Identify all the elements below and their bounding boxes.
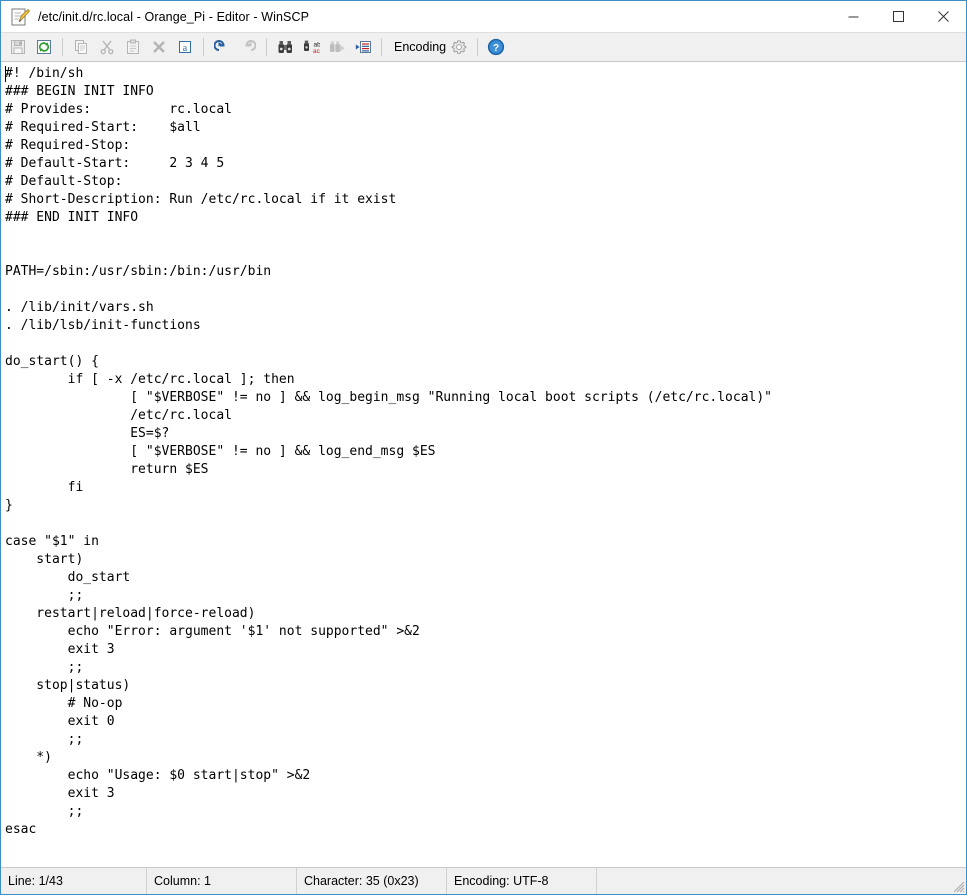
editor-area[interactable]: #! /bin/sh ### BEGIN INIT INFO # Provide… xyxy=(1,62,966,867)
delete-button[interactable] xyxy=(147,35,171,59)
copy-button[interactable] xyxy=(69,35,93,59)
find-next-icon xyxy=(329,39,346,55)
undo-button[interactable] xyxy=(210,35,234,59)
encoding-label: Encoding xyxy=(388,40,451,54)
toolbar: a xyxy=(1,32,966,62)
redo-button[interactable] xyxy=(236,35,260,59)
close-button[interactable] xyxy=(921,1,966,32)
x-delete-icon xyxy=(151,39,167,55)
go-to-line-icon xyxy=(355,39,372,55)
help-question-icon: ? xyxy=(487,38,505,56)
toolbar-separator xyxy=(266,38,267,56)
go-to-line-button[interactable] xyxy=(351,35,375,59)
reload-arrows-icon xyxy=(36,39,52,55)
cut-button[interactable] xyxy=(95,35,119,59)
binoculars-find-icon xyxy=(277,39,294,55)
find-next-button[interactable] xyxy=(325,35,349,59)
status-line: Line: 1/43 xyxy=(1,868,147,894)
redo-arrow-icon xyxy=(240,39,256,55)
toolbar-separator xyxy=(203,38,204,56)
toolbar-separator xyxy=(381,38,382,56)
clipboard-paste-icon xyxy=(125,39,141,55)
svg-text:?: ? xyxy=(493,43,499,54)
status-bar: Line: 1/43 Column: 1 Character: 35 (0x23… xyxy=(1,867,966,894)
toolbar-separator xyxy=(62,38,63,56)
status-extra xyxy=(597,868,966,894)
status-encoding: Encoding: UTF-8 xyxy=(447,868,597,894)
window-title: /etc/init.d/rc.local - Orange_Pi - Edito… xyxy=(38,10,309,24)
title-bar[interactable]: /etc/init.d/rc.local - Orange_Pi - Edito… xyxy=(1,1,966,32)
paste-button[interactable] xyxy=(121,35,145,59)
editor-window: /etc/init.d/rc.local - Orange_Pi - Edito… xyxy=(0,0,967,895)
editor-pencil-icon xyxy=(9,6,31,28)
select-all-button[interactable]: a xyxy=(173,35,197,59)
undo-arrow-icon xyxy=(214,39,230,55)
save-button[interactable] xyxy=(6,35,30,59)
maximize-button[interactable] xyxy=(876,1,921,32)
editor-text[interactable]: #! /bin/sh ### BEGIN INIT INFO # Provide… xyxy=(1,62,966,867)
select-all-a-icon: a xyxy=(177,39,193,55)
svg-text:ac: ac xyxy=(313,48,320,55)
encoding-button[interactable]: Encoding xyxy=(387,35,472,59)
help-button[interactable]: ? xyxy=(484,35,508,59)
find-button[interactable] xyxy=(273,35,297,59)
floppy-save-icon xyxy=(10,39,26,55)
minimize-button[interactable] xyxy=(831,1,876,32)
status-column: Column: 1 xyxy=(147,868,297,894)
resize-grip-icon[interactable] xyxy=(951,879,965,893)
window-controls xyxy=(831,1,966,32)
replace-button[interactable]: ab ac xyxy=(299,35,323,59)
reload-button[interactable] xyxy=(32,35,56,59)
status-character: Character: 35 (0x23) xyxy=(297,868,447,894)
replace-ab-ac-icon: ab ac xyxy=(303,39,320,55)
scissors-icon xyxy=(99,39,115,55)
svg-text:a: a xyxy=(183,43,188,54)
copy-icon xyxy=(73,39,89,55)
gear-icon xyxy=(451,39,471,55)
toolbar-separator xyxy=(477,38,478,56)
